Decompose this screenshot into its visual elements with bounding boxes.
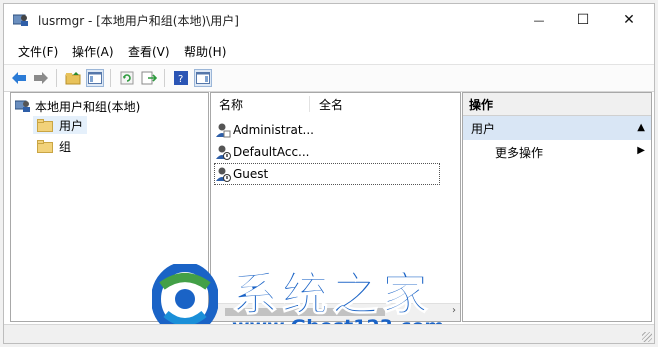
- folder-icon: [37, 118, 53, 132]
- refresh-button[interactable]: [118, 69, 136, 87]
- show-hide-tree-button[interactable]: [86, 69, 104, 87]
- list-item-name: Administrat...: [233, 123, 314, 137]
- column-header-fullname[interactable]: 全名: [319, 93, 343, 115]
- refresh-icon: [120, 71, 134, 85]
- actions-pane: 操作 用户 ▲ 更多操作 ▶: [462, 92, 652, 322]
- actions-header-label: 操作: [469, 97, 494, 112]
- toolbar: ?: [4, 64, 654, 92]
- maximize-button[interactable]: ☐: [560, 4, 606, 36]
- svg-text:?: ?: [178, 74, 183, 85]
- folder-icon: [37, 139, 53, 153]
- tree-item-groups-label: 组: [59, 139, 72, 154]
- help-icon: ?: [174, 71, 188, 85]
- list-item[interactable]: Guest: [214, 163, 440, 185]
- list-item[interactable]: Administrat...: [215, 120, 314, 140]
- disabled-user-icon: [216, 167, 231, 182]
- menu-view[interactable]: 查看(V): [128, 43, 170, 60]
- forward-icon: [34, 72, 48, 84]
- disabled-user-icon: [216, 145, 231, 160]
- show-hide-action-pane-button[interactable]: [194, 69, 212, 87]
- menu-file[interactable]: 文件(F): [18, 43, 58, 60]
- up-folder-icon: [65, 72, 81, 85]
- users-app-icon: [13, 14, 28, 26]
- maximize-icon: ☐: [576, 12, 590, 28]
- list-item-name: Guest: [233, 167, 269, 181]
- show-hide-tree-icon: [88, 72, 102, 84]
- actions-header: 操作: [463, 93, 651, 116]
- resize-grip-icon[interactable]: [642, 332, 652, 342]
- tree-item-users-label: 用户: [59, 118, 84, 133]
- window: lusrmgr - [本地用户和组(本地)\用户] — ☐ ✕ 文件(F) 操作…: [3, 3, 655, 344]
- close-button[interactable]: ✕: [606, 4, 652, 36]
- tree-root-label: 本地用户和组(本地): [35, 99, 141, 114]
- tree-item-users[interactable]: 用户: [33, 116, 87, 134]
- actions-group-users[interactable]: 用户 ▲: [463, 116, 651, 140]
- users-computer-icon: [15, 100, 30, 112]
- minimize-icon: —: [533, 13, 545, 27]
- menu-action[interactable]: 操作(A): [72, 43, 114, 60]
- watermark-title: 系统之家: [232, 267, 432, 322]
- menu-bar: 文件(F) 操作(A) 查看(V) 帮助(H): [4, 40, 654, 62]
- show-hide-action-pane-icon: [196, 72, 210, 84]
- back-button[interactable]: [10, 69, 28, 87]
- column-header-name[interactable]: 名称: [219, 93, 243, 115]
- export-list-button[interactable]: [140, 69, 158, 87]
- list-item[interactable]: DefaultAcc...: [215, 142, 309, 162]
- list-item-name: DefaultAcc...: [233, 145, 310, 159]
- collapse-up-icon[interactable]: ▲: [637, 122, 645, 133]
- help-button[interactable]: ?: [172, 69, 190, 87]
- close-icon: ✕: [623, 12, 635, 28]
- user-icon: [216, 123, 231, 138]
- menu-help[interactable]: 帮助(H): [184, 43, 226, 60]
- export-list-icon: [141, 71, 157, 85]
- tree-item-groups[interactable]: 组: [33, 137, 71, 155]
- status-bar: [4, 324, 654, 343]
- title-bar[interactable]: lusrmgr - [本地用户和组(本地)\用户] — ☐ ✕: [4, 4, 654, 36]
- submenu-arrow-icon: ▶: [637, 145, 645, 156]
- window-title: lusrmgr - [本地用户和组(本地)\用户]: [38, 14, 239, 28]
- up-folder-button[interactable]: [64, 69, 82, 87]
- tree-root[interactable]: 本地用户和组(本地): [15, 97, 140, 115]
- back-icon: [12, 72, 26, 84]
- more-actions-item[interactable]: 更多操作 ▶: [463, 141, 651, 163]
- more-actions-label: 更多操作: [495, 145, 544, 160]
- forward-button[interactable]: [32, 69, 50, 87]
- actions-group-label: 用户: [471, 121, 496, 136]
- minimize-button[interactable]: —: [516, 4, 562, 36]
